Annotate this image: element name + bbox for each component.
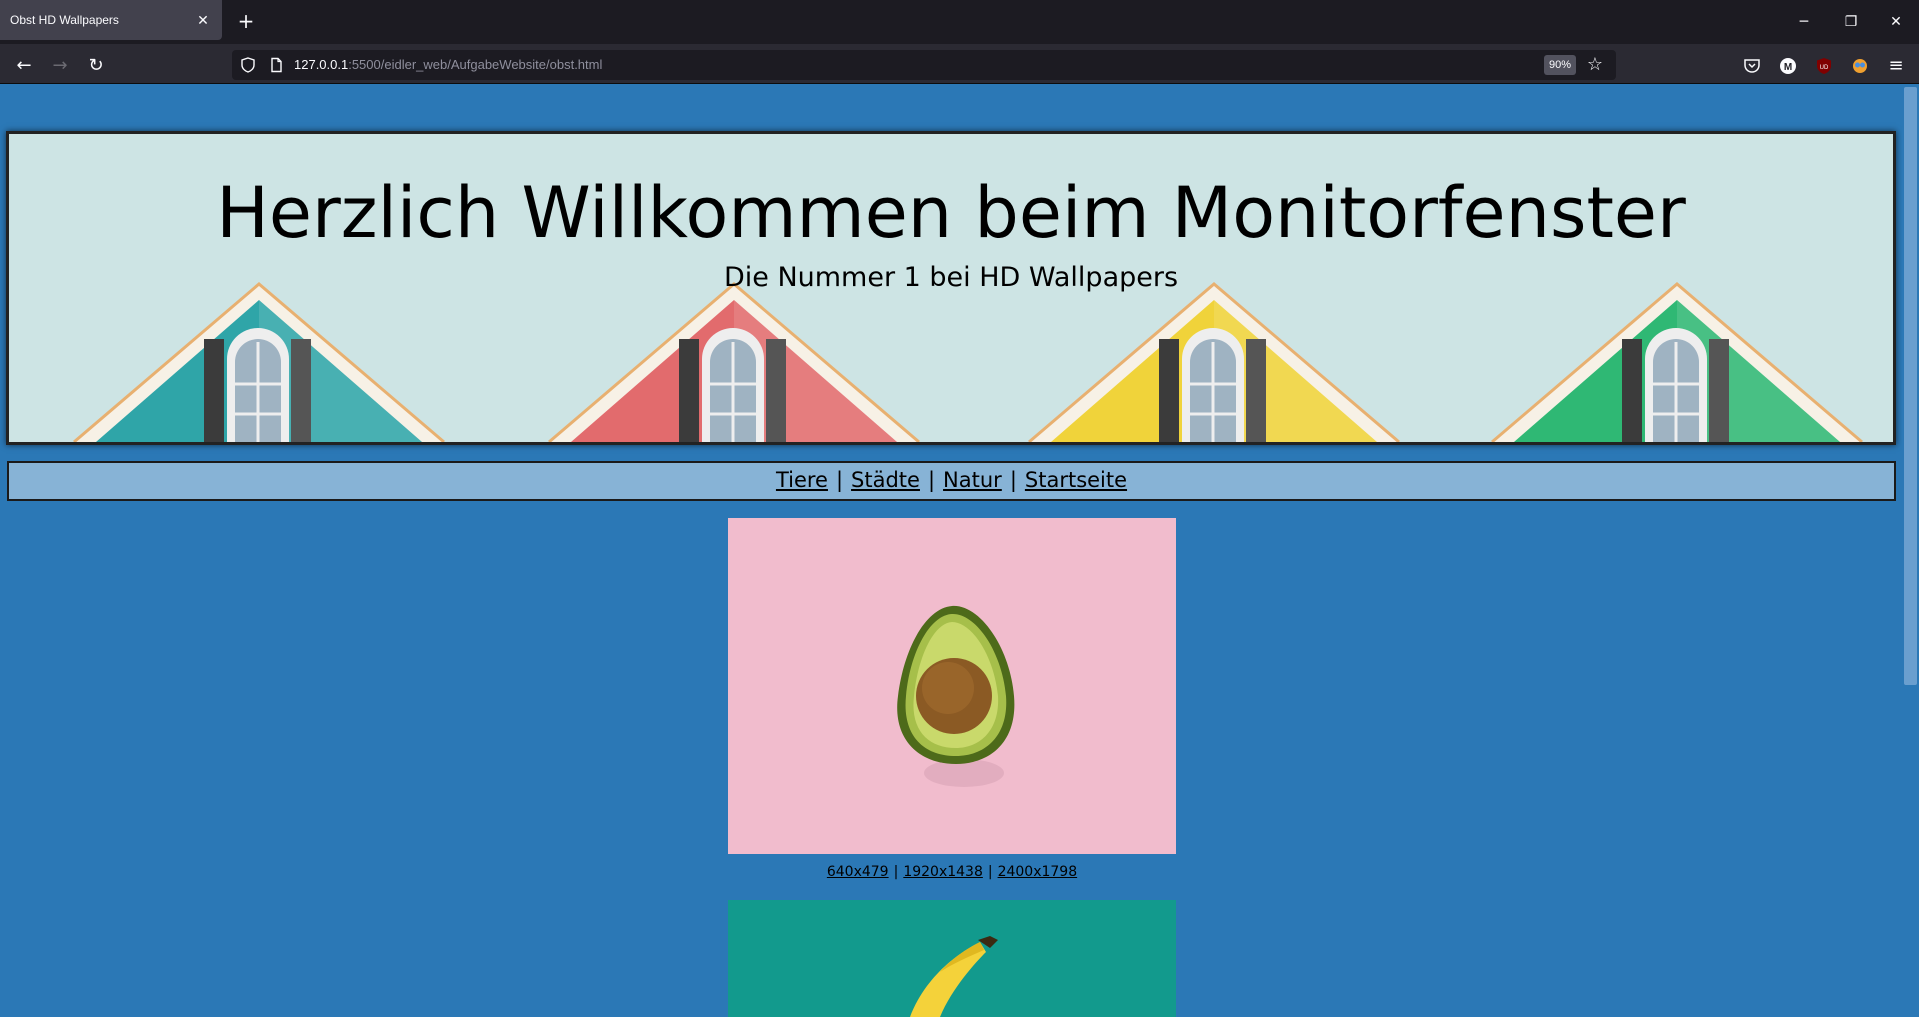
- resolution-links: 640x479 | 1920x1438 | 2400x1798: [728, 864, 1176, 880]
- navigation-toolbar: ← → ↻ 127.0.0.1:5500/eidler_web/AufgabeW…: [0, 44, 1919, 84]
- color-extension-icon[interactable]: [1846, 52, 1874, 80]
- gallery-item-avocado: 640x479 | 1920x1438 | 2400x1798: [728, 518, 1176, 880]
- tab-obst[interactable]: Obst HD Wallpapers ✕: [0, 0, 222, 40]
- menu-link-staedte[interactable]: Städte: [851, 468, 920, 492]
- house-1: [73, 282, 445, 442]
- gallery-item-banana: [728, 900, 1176, 1017]
- back-icon[interactable]: ←: [10, 52, 38, 80]
- scrollbar-thumb[interactable]: [1904, 87, 1917, 685]
- bookmark-star-icon[interactable]: ☆: [1584, 54, 1606, 76]
- url-host: 127.0.0.1: [294, 57, 349, 72]
- shield-icon[interactable]: [240, 57, 256, 73]
- pocket-icon[interactable]: [1738, 52, 1766, 80]
- svg-text:UD: UD: [1820, 65, 1829, 71]
- page-content: Herzlich Willkommen beim Monitorfenster …: [0, 85, 1902, 1017]
- main-menu: Tiere | Städte | Natur | Startseite: [7, 461, 1896, 501]
- forward-icon[interactable]: →: [46, 52, 74, 80]
- resolution-separator: |: [893, 864, 899, 880]
- new-tab-icon[interactable]: +: [234, 10, 258, 34]
- url-path: :5500/eidler_web/AufgabeWebsite/obst.htm…: [348, 57, 603, 72]
- restore-icon[interactable]: ❐: [1838, 10, 1864, 34]
- menu-hamburger-icon[interactable]: ≡: [1882, 52, 1910, 80]
- svg-text:M: M: [1784, 62, 1792, 73]
- page-title: Herzlich Willkommen beim Monitorfenster: [216, 172, 1686, 254]
- page-scrollbar[interactable]: [1902, 85, 1919, 1017]
- url-bar[interactable]: 127.0.0.1:5500/eidler_web/AufgabeWebsite…: [232, 50, 1616, 80]
- close-window-icon[interactable]: ✕: [1883, 10, 1909, 34]
- avocado-image: [728, 518, 1176, 854]
- menu-link-tiere[interactable]: Tiere: [776, 468, 828, 492]
- tab-title: Obst HD Wallpapers: [10, 13, 119, 27]
- menu-link-startseite[interactable]: Startseite: [1025, 468, 1127, 492]
- resolution-link-1920[interactable]: 1920x1438: [903, 864, 983, 880]
- house-3: [1028, 282, 1400, 442]
- banana-image: [728, 900, 1176, 1017]
- resolution-link-640[interactable]: 640x479: [827, 864, 889, 880]
- m-extension-icon[interactable]: M: [1774, 52, 1802, 80]
- menu-separator: |: [1009, 468, 1017, 492]
- ublock-icon[interactable]: UD: [1810, 52, 1838, 80]
- menu-separator: |: [835, 468, 844, 492]
- header-banner: Herzlich Willkommen beim Monitorfenster …: [6, 131, 1896, 445]
- page-icon[interactable]: [268, 57, 284, 73]
- zoom-level[interactable]: 90%: [1544, 55, 1576, 75]
- resolution-separator: |: [987, 864, 993, 880]
- house-4: [1491, 282, 1863, 442]
- url-text[interactable]: 127.0.0.1:5500/eidler_web/AufgabeWebsite…: [294, 57, 602, 72]
- minimize-icon[interactable]: ─: [1791, 10, 1817, 34]
- menu-link-natur[interactable]: Natur: [943, 468, 1002, 492]
- close-tab-icon[interactable]: ✕: [194, 11, 212, 29]
- reload-icon[interactable]: ↻: [82, 52, 110, 80]
- house-2: [548, 282, 920, 442]
- page-subtitle: Die Nummer 1 bei HD Wallpapers: [723, 262, 1179, 293]
- resolution-link-2400[interactable]: 2400x1798: [998, 864, 1078, 880]
- menu-separator: |: [927, 468, 936, 492]
- tab-strip: Obst HD Wallpapers ✕ + ─ ❐ ✕: [0, 0, 1919, 44]
